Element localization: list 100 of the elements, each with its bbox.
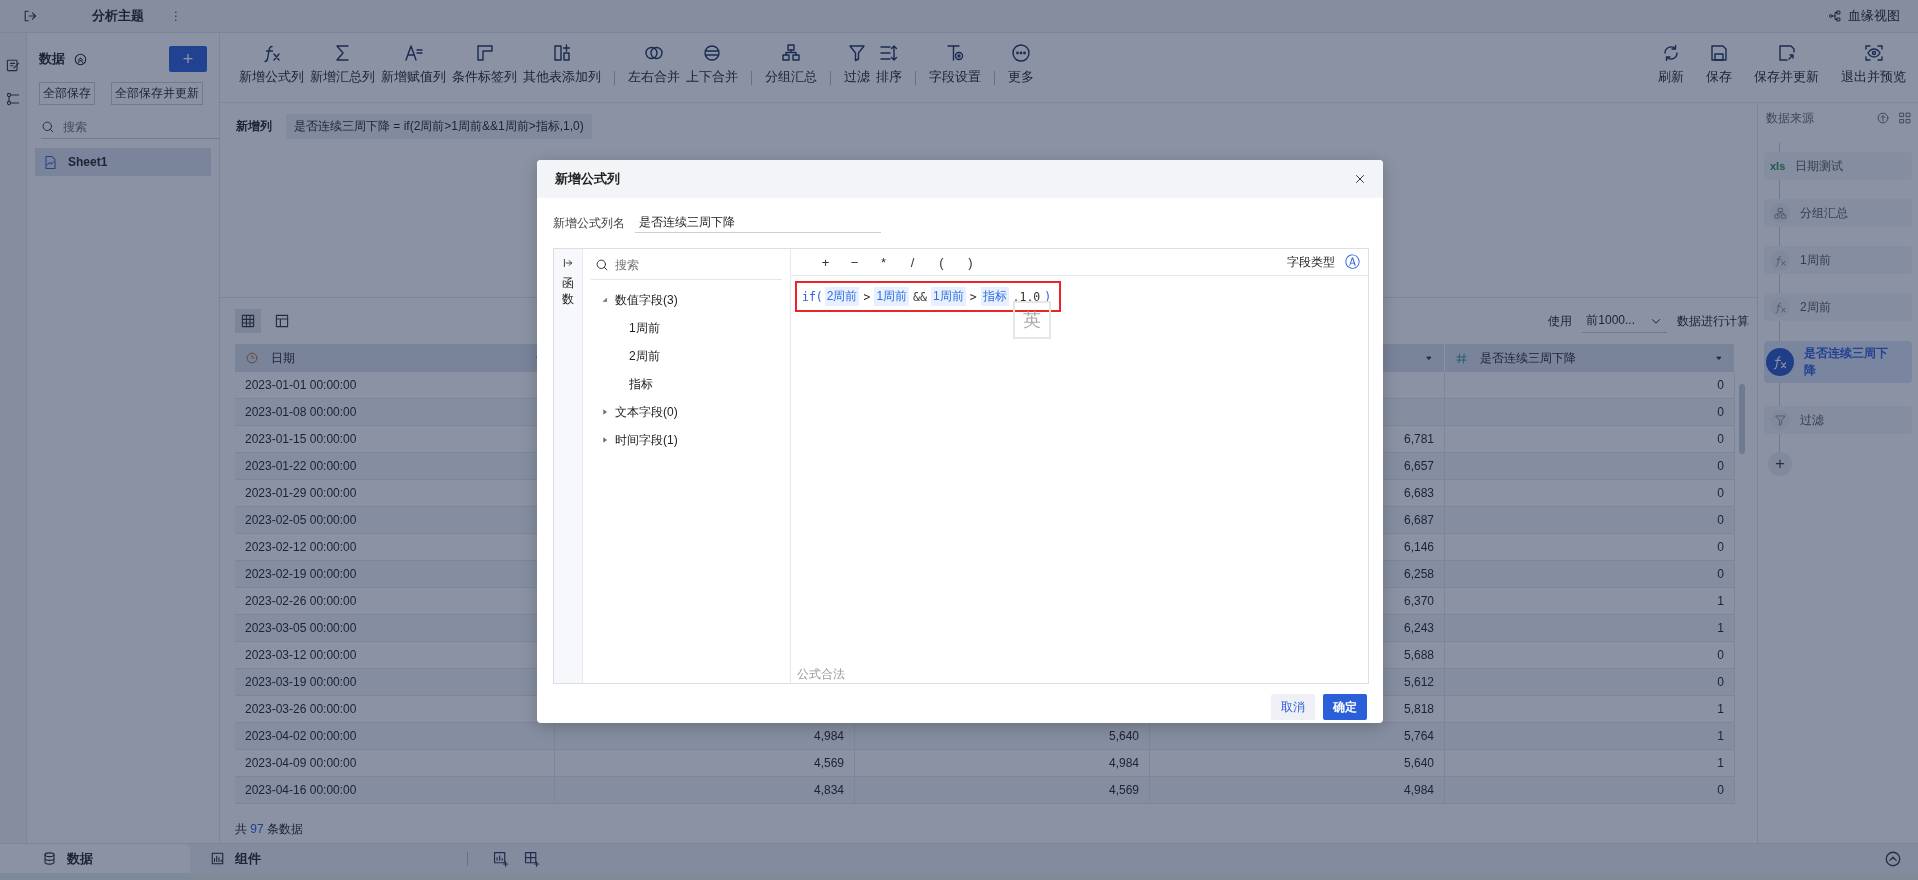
add-chart-icon[interactable] [492,850,509,867]
toolbar-button[interactable]: 新增赋值列 [378,43,449,86]
table-cell: 6,258 [1403,567,1434,581]
confirm-button[interactable]: 确定 [1323,694,1367,720]
toolbar-button[interactable]: 排序 [873,43,905,86]
toolbar-button[interactable]: 上下合并 [683,43,741,86]
tree-group[interactable]: 数值字段(3) [591,286,684,314]
field-item[interactable]: 1周前 [629,319,660,337]
operator-button[interactable]: / [898,254,927,270]
page-title: 分析主题 [92,7,144,25]
operator-button[interactable]: ( [927,254,956,270]
sort-icon [879,43,899,63]
field-settings-icon [945,43,965,63]
row-limit-dropdown[interactable]: 前1000... [1582,309,1667,333]
database-icon [42,851,57,866]
toolbar-button[interactable]: 保存 [1700,43,1738,86]
menu-button[interactable]: ⋮ [170,9,182,23]
toolbar-button[interactable]: 保存并更新 [1748,43,1825,86]
column-header: 日期 [271,349,295,367]
collapse-icon[interactable] [73,51,88,67]
tree-group[interactable]: 时间字段(1) [591,426,684,454]
sample-label: 数据进行计算 [1677,312,1749,330]
close-button[interactable] [1353,172,1367,186]
layout-icon[interactable] [1898,111,1912,125]
save-icon [1709,43,1729,63]
add-button[interactable]: + [169,46,207,72]
ime-indicator: 英 [1013,301,1051,339]
toolbar-button[interactable]: 刷新 [1652,43,1690,86]
save-export-icon [1776,43,1797,63]
lineage-view-link[interactable]: 血缘视图 [1828,7,1900,25]
toolbar-button[interactable]: 分组汇总 [762,43,820,86]
toolbar-button[interactable]: 左右合并 [625,43,683,86]
table-cell: 5,764 [1403,729,1434,743]
edit-document-icon[interactable] [5,57,21,73]
field-type-button[interactable]: Ⓐ [1345,252,1360,272]
toolbar-button[interactable]: 过滤 [841,43,873,86]
operator-button[interactable]: * [869,254,898,270]
operator-button[interactable]: + [811,254,840,270]
dialog-title: 新增公式列 [555,170,620,188]
operator-button[interactable]: − [840,254,869,270]
panel-title: 数据来源 [1766,109,1814,127]
bottom-tab[interactable]: 组件 [190,844,277,873]
field-chip[interactable]: 1周前 [930,287,966,306]
pipeline-step[interactable]: 2周前 [1764,293,1912,321]
field-label: 新增公式列名 [553,214,625,232]
toolbar-button[interactable]: 字段设置 [926,43,984,86]
field-chip[interactable]: 指标 [980,287,1009,306]
add-step-button[interactable]: + [1768,452,1792,476]
functions-tab[interactable]: 函数 [562,275,574,308]
table-cell: 2023-02-19 00:00:00 [245,567,357,581]
search-icon [41,120,55,134]
expand-right-icon[interactable] [562,257,574,269]
hierarchy-icon [1773,206,1787,220]
scrollbar-thumb[interactable] [1739,384,1745,454]
table-cell: 2023-03-05 00:00:00 [245,621,357,635]
bottom-tab[interactable]: 数据 [0,844,190,873]
field-item[interactable]: 指标 [629,375,653,393]
column-name-field[interactable]: 是否连续三周下降 [635,213,881,233]
table-cell: 0 [1717,648,1724,662]
field-chip[interactable]: 1周前 [874,287,910,306]
table-item[interactable]: Sheet1 [35,148,211,176]
toolbar-button[interactable]: 新增公式列 [236,43,307,86]
sheet-icon [43,154,58,170]
panel-title: 数据 [39,50,65,68]
search-field[interactable]: 搜索 [61,119,220,135]
collapse-up-icon[interactable] [1884,849,1902,868]
toolbar-button[interactable]: 退出并预览 [1835,43,1912,86]
toolbar-button[interactable]: 其他表添加列 [520,43,604,86]
search-field[interactable]: 搜索 [615,257,765,273]
save-button[interactable]: 全部保存 [39,82,95,105]
cancel-button[interactable]: 取消 [1271,694,1315,720]
field-chip[interactable]: 2周前 [824,287,860,306]
table-cell: 5,640 [1108,729,1139,743]
save-button[interactable]: 全部保存并更新 [111,82,203,105]
caret-down-icon[interactable] [1714,353,1724,363]
share-nodes-icon[interactable] [5,91,21,107]
tree-group[interactable]: 文本字段(0) [591,398,684,426]
add-grid-icon[interactable] [523,850,540,867]
toolbar-button[interactable]: 条件标签列 [449,43,520,86]
table-cell: 4,984 [1403,783,1434,797]
search-icon [595,258,609,272]
field-item[interactable]: 2周前 [629,347,660,365]
filter-icon [1773,413,1787,427]
pipeline-step[interactable]: 1周前 [1764,246,1912,274]
pipeline-step[interactable]: 过滤 [1764,406,1912,434]
view-toggle[interactable] [235,309,261,333]
table-cell: 0 [1717,432,1724,446]
exit-icon[interactable] [22,8,38,24]
upload-icon[interactable] [1876,111,1890,125]
table-cell: 5,818 [1403,702,1434,716]
function-icon [1773,253,1787,267]
toolbar-button[interactable]: 更多 [1005,43,1037,86]
pipeline-step[interactable]: xls 日期测试 [1764,152,1912,180]
operator-button[interactable]: ) [956,254,985,270]
pipeline-step[interactable]: 分组汇总 [1764,199,1912,227]
table-cell: 4,834 [813,783,844,797]
toolbar-button[interactable]: 新增汇总列 [307,43,378,86]
caret-down-icon[interactable] [1424,353,1434,363]
table-cell: 2023-02-05 00:00:00 [245,513,357,527]
formula-code: && [912,289,928,304]
